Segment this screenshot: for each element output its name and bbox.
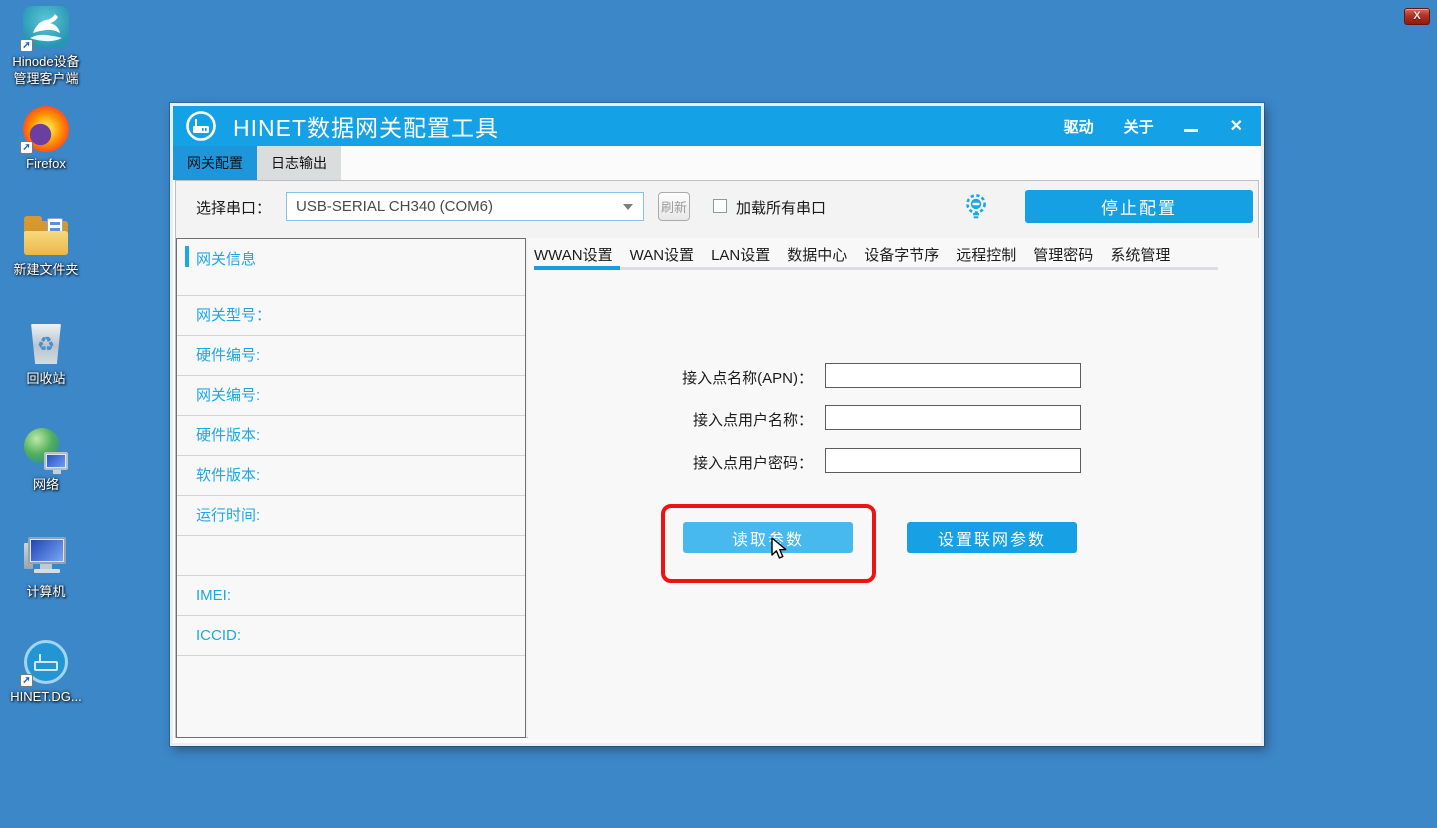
subtab-byteorder[interactable]: 设备字节序 <box>864 244 939 265</box>
shortcut-arrow-icon: ➚ <box>20 674 33 687</box>
desktop-icon-network[interactable]: 网络 <box>0 427 92 493</box>
about-menu[interactable]: 关于 <box>1124 116 1154 137</box>
info-row-model: 网关型号： <box>177 296 525 336</box>
info-row-empty <box>177 536 525 576</box>
info-row-uptime: 运行时间: <box>177 496 525 536</box>
subtab-remote[interactable]: 远程控制 <box>956 244 1016 265</box>
tab-gateway-config[interactable]: 网关配置 <box>173 146 257 180</box>
subtab-wan[interactable]: WAN设置 <box>630 244 694 265</box>
shortcut-arrow-icon: ➚ <box>20 39 33 52</box>
stop-config-button[interactable]: 停止配置 <box>1025 190 1253 223</box>
folder-icon <box>22 212 70 258</box>
gateway-info-panel: 网关信息 网关型号： 硬件编号: 网关编号: 硬件版本: 软件版本: 运行时间:… <box>176 238 526 738</box>
desktop-icon-label: HINET.DG... <box>10 688 82 705</box>
load-all-ports-label: 加载所有串口 <box>736 197 826 218</box>
serial-port-select[interactable]: USB-SERIAL CH340 (COM6) <box>286 192 644 221</box>
serial-port-value: USB-SERIAL CH340 (COM6) <box>287 198 623 215</box>
router-app-icon <box>185 110 217 142</box>
driver-menu[interactable]: 驱动 <box>1064 116 1094 137</box>
desktop-icon-label: Firefox <box>26 155 66 172</box>
window-title: HINET数据网关配置工具 <box>233 109 499 143</box>
settings-tab-bar: WWAN设置 WAN设置 LAN设置 数据中心 设备字节序 远程控制 管理密码 … <box>534 244 1170 265</box>
desktop-icon-computer[interactable]: 计算机 <box>0 534 92 600</box>
refresh-button[interactable]: 刷新 <box>658 192 690 221</box>
subtab-track <box>534 267 1218 270</box>
desktop-icon-firefox[interactable]: ➚ Firefox <box>0 106 92 172</box>
shortcut-arrow-icon: ➚ <box>20 141 33 154</box>
settings-region: WWAN设置 WAN设置 LAN设置 数据中心 设备字节序 远程控制 管理密码 … <box>528 238 1260 739</box>
apn-password-input[interactable] <box>825 448 1081 473</box>
port-select-label: 选择串口： <box>196 197 271 218</box>
apn-input[interactable] <box>825 363 1081 388</box>
desktop-icon-hinet-dg[interactable]: ➚ HINET.DG... <box>0 639 92 705</box>
info-row-hw-number: 硬件编号: <box>177 336 525 376</box>
info-row-sw-version: 软件版本: <box>177 456 525 496</box>
minimize-button[interactable] <box>1184 129 1198 132</box>
apn-user-label: 接入点用户名称： <box>583 409 813 430</box>
subtab-active-indicator <box>534 266 620 270</box>
subtab-system[interactable]: 系统管理 <box>1110 244 1170 265</box>
desktop-icon-label: Hinode设备 <box>12 53 79 70</box>
apn-password-label: 接入点用户密码： <box>583 452 813 473</box>
info-row-gw-number: 网关编号: <box>177 376 525 416</box>
network-icon <box>22 427 70 473</box>
subtab-password[interactable]: 管理密码 <box>1033 244 1093 265</box>
subtab-lan[interactable]: LAN设置 <box>711 244 770 265</box>
session-close-button[interactable]: X <box>1404 8 1430 25</box>
tip-bulb-icon <box>963 193 989 227</box>
app-window: HINET数据网关配置工具 驱动 关于 ✕ 网关配置 日志输出 选择串口： US… <box>170 103 1264 746</box>
desktop-icon-label: 网络 <box>33 476 59 493</box>
main-tab-bar: 网关配置 日志输出 <box>173 146 1261 180</box>
desktop-icon-label: 新建文件夹 <box>13 261 78 278</box>
info-panel-header: 网关信息 <box>196 248 256 269</box>
info-row-iccid: ICCID: <box>177 616 525 656</box>
titlebar[interactable]: HINET数据网关配置工具 驱动 关于 ✕ <box>173 106 1261 146</box>
chevron-down-icon <box>623 204 633 210</box>
tab-log-output[interactable]: 日志输出 <box>257 146 341 180</box>
hinet-dg-icon: ➚ <box>22 639 70 685</box>
desktop-icon-hinode-client[interactable]: ➚ Hinode设备 管理客户端 <box>0 4 92 87</box>
desktop-icon-label: 计算机 <box>26 583 65 600</box>
subtab-datacenter[interactable]: 数据中心 <box>787 244 847 265</box>
accent-bar <box>185 246 189 267</box>
mouse-cursor <box>769 537 791 566</box>
subtab-wwan[interactable]: WWAN设置 <box>534 244 613 265</box>
load-all-ports-checkbox[interactable] <box>713 199 727 213</box>
computer-icon <box>22 534 70 580</box>
desktop-icon-recycle-bin[interactable]: ♻ 回收站 <box>0 321 92 387</box>
apn-label: 接入点名称(APN)： <box>583 367 813 388</box>
info-row-hw-version: 硬件版本: <box>177 416 525 456</box>
apn-user-input[interactable] <box>825 405 1081 430</box>
main-container: 选择串口： USB-SERIAL CH340 (COM6) 刷新 加载所有串口 … <box>175 180 1259 738</box>
close-button[interactable]: ✕ <box>1230 116 1243 136</box>
desktop-icon-label: 管理客户端 <box>12 70 79 87</box>
desktop-icon-label: 回收站 <box>26 370 65 387</box>
set-network-params-button[interactable]: 设置联网参数 <box>907 522 1077 553</box>
desktop-icon-new-folder[interactable]: 新建文件夹 <box>0 212 92 278</box>
firefox-icon: ➚ <box>22 106 70 152</box>
info-row-imei: IMEI: <box>177 576 525 616</box>
recycle-bin-icon: ♻ <box>22 321 70 367</box>
hinode-client-icon: ➚ <box>22 4 70 50</box>
